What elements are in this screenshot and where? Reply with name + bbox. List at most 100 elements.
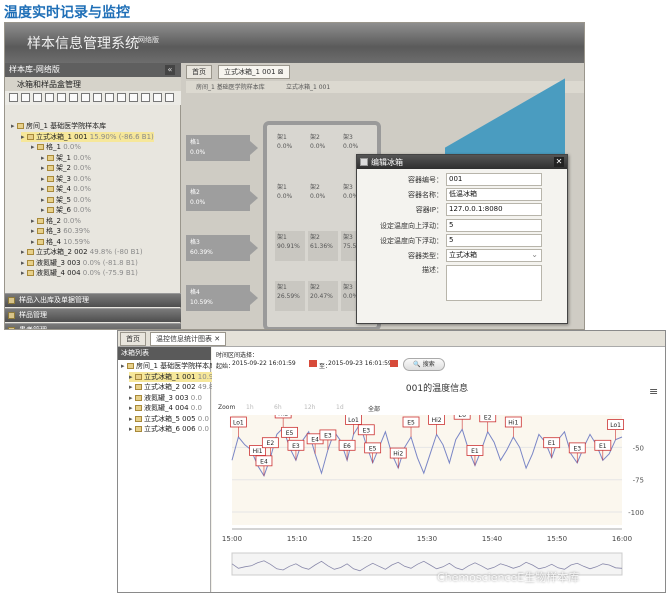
freezer-list-item[interactable]: ▸ 立式冰箱_2 002 49.8 (129, 382, 213, 392)
layer-label[interactable]: 格2 0.0% (186, 185, 258, 211)
tree-node[interactable]: ▸ 立式冰箱_1 001 15.90% (-86.6 B1) (21, 131, 154, 142)
end-date-input[interactable]: 2015-09-23 16:01:59 (328, 360, 392, 367)
calendar-icon[interactable] (309, 360, 317, 367)
start-date-input[interactable]: 2015-09-22 16:01:59 (232, 360, 296, 367)
tree-node[interactable]: ▸ 架_1 0.0% (41, 153, 91, 163)
container-type-select[interactable]: 立式冰箱 (446, 249, 542, 262)
layer-label[interactable]: 格3 60.39% (186, 235, 258, 261)
tree-node[interactable]: ▸ 立式冰箱_2 002 49.8% (-80 B1) (21, 247, 143, 257)
field-input[interactable]: 低温冰箱 (446, 188, 542, 201)
sidebar-menu-item[interactable]: 样品入出库及单据管理 (5, 293, 181, 307)
collapse-icon[interactable]: « (165, 65, 175, 75)
breadcrumb-room[interactable]: 房间_1 基础医学院样本库 (196, 82, 265, 91)
sidebar-section-header[interactable]: 冰箱和样品盒管理 (5, 77, 181, 91)
rack-cell[interactable]: 架2 61.36% (308, 231, 338, 261)
freezer-value: 0.0 (190, 393, 202, 402)
list-icon[interactable] (81, 93, 90, 102)
zoom-1h[interactable]: 1h (246, 404, 254, 411)
calendar-icon[interactable] (390, 360, 398, 367)
rack-cell[interactable]: 架1 90.91% (275, 231, 305, 261)
tree-node[interactable]: ▸ 格_4 10.59% (31, 237, 90, 247)
refresh-icon[interactable] (141, 93, 150, 102)
folder-icon (47, 154, 54, 161)
tree-node[interactable]: ▸ 架_5 0.0% (41, 195, 91, 205)
field-input[interactable]: 127.0.0.1:8080 (446, 203, 542, 216)
freezer-label: 立式冰箱_6 006 (144, 425, 196, 433)
tree-node[interactable]: ▸ 格_2 0.0% (31, 216, 81, 226)
rack-cell[interactable]: 架1 0.0% (275, 181, 305, 211)
freezer-list-item[interactable]: ▸ 液氮罐_4 004 0.0 (129, 403, 202, 413)
freezer-label: 立式冰箱_1 001 (144, 372, 196, 381)
close-icon[interactable]: ✕ (554, 157, 564, 167)
layer-label[interactable]: 格1 0.0% (186, 135, 258, 161)
rack-cell[interactable]: 架2 0.0% (308, 131, 338, 161)
layer-name: 格3 (190, 239, 200, 246)
folder-icon (37, 238, 44, 245)
chart-icon[interactable] (117, 93, 126, 102)
freezer-list-item[interactable]: ▸ 液氮罐_3 003 0.0 (129, 393, 202, 403)
folder-icon (47, 207, 54, 213)
sidebar-menu-item[interactable]: 样品管理 (5, 308, 181, 322)
print-icon[interactable] (105, 93, 114, 102)
freezer-list-item[interactable]: ▸ 立式冰箱_1 001 10.9 (129, 371, 214, 382)
tree-node[interactable]: ▸ 格_1 0.0% (31, 142, 81, 152)
zoom-1d[interactable]: 1d (336, 404, 344, 411)
y-tick-label: -100 (628, 509, 644, 517)
zoom-6h[interactable]: 6h (274, 404, 282, 411)
sidebar-menu-item[interactable]: 患者管理 (5, 323, 181, 329)
zoom-all[interactable]: 全部 (368, 404, 380, 413)
tree-node[interactable]: ▸ 架_3 0.0% (41, 174, 91, 184)
tree-node[interactable]: ▸ 架_6 0.0% (41, 205, 91, 215)
x-tick-label: 16:00 (612, 535, 632, 543)
tree-node[interactable]: ▸ 架_2 0.0% (41, 163, 91, 173)
search-button[interactable]: 🔍 搜索 (403, 358, 445, 371)
help-icon[interactable] (165, 93, 174, 102)
export-icon[interactable] (93, 93, 102, 102)
freezer-list-item[interactable]: ▸ 立式冰箱_5 005 0.0 (129, 414, 209, 424)
layer-label[interactable]: 格4 10.59% (186, 285, 258, 311)
freezer-list-item[interactable]: ▸ 立式冰箱_6 006 0.0 (129, 424, 209, 434)
field-label: 设定温度向上浮动： (380, 222, 443, 230)
add-icon[interactable] (9, 93, 18, 102)
annotation-label: E3 (324, 432, 332, 439)
rack-cell[interactable]: 架2 0.0% (308, 181, 338, 211)
close-icon[interactable]: ✕ (214, 335, 220, 343)
field-input[interactable]: 001 (446, 173, 542, 186)
copy-icon[interactable] (57, 93, 66, 102)
delete-icon[interactable] (33, 93, 42, 102)
tab-home[interactable]: 首页 (120, 332, 146, 346)
close-icon[interactable]: ⊠ (278, 68, 284, 76)
freezer-list-item[interactable]: ▸ 房间_1 基础医学院样本库 (121, 361, 216, 371)
box-icon[interactable] (69, 93, 78, 102)
breadcrumb-freezer[interactable]: 立式冰箱_1 001 (286, 82, 330, 91)
tab-home[interactable]: 首页 (186, 65, 212, 79)
zoom-label: Zoom (218, 404, 236, 411)
settings-icon[interactable] (153, 93, 162, 102)
rack-cell[interactable]: 架2 20.47% (308, 281, 338, 311)
temperature-chart: -50-75-100Lo1Hi1E2E4Hi2E5E3E4E3E6Lo1E3E5… (222, 415, 644, 576)
tab-freezer-001[interactable]: 立式冰箱_1 001 ⊠ (218, 65, 290, 79)
rack-cell[interactable]: 架1 0.0% (275, 131, 305, 161)
field-input[interactable]: 5 (446, 219, 542, 232)
tree-node[interactable]: ▸ 液氮罐_4 004 0.0% (-75.9 B1) (21, 268, 138, 278)
tree-node[interactable]: ▸ 房间_1 基础医学院样本库 (11, 121, 106, 131)
rack-usage: 0.0% (310, 193, 326, 200)
dialog-titlebar[interactable]: 编辑冰箱 ✕ (357, 155, 567, 169)
tree-node[interactable]: ▸ 格_3 60.39% (31, 226, 90, 236)
tree-node[interactable]: ▸ 架_4 0.0% (41, 184, 91, 194)
zoom-12h[interactable]: 12h (304, 404, 315, 411)
description-textarea[interactable] (446, 265, 542, 301)
move-icon[interactable] (45, 93, 54, 102)
y-tick-label: -75 (633, 477, 644, 485)
edit-icon[interactable] (21, 93, 30, 102)
tree-node-label: 架_6 (56, 206, 71, 214)
temperature-icon[interactable] (129, 93, 138, 102)
search-icon: 🔍 (413, 361, 421, 368)
rack-cell[interactable]: 架1 26.59% (275, 281, 305, 311)
tab-temperature-chart[interactable]: 温控信息统计图表 ✕ (150, 332, 227, 346)
menu-icon[interactable]: ≡ (649, 385, 658, 398)
tree-node[interactable]: ▸ 液氮罐_3 003 0.0% (-81.8 B1) (21, 258, 138, 268)
edit-freezer-dialog: 编辑冰箱 ✕ 容器编号： 001 容器名称： 低温冰箱 容器IP： 127.0.0.1:8… (356, 154, 568, 324)
field-input[interactable]: 5 (446, 234, 542, 247)
rack-usage: 90.91% (277, 243, 300, 250)
